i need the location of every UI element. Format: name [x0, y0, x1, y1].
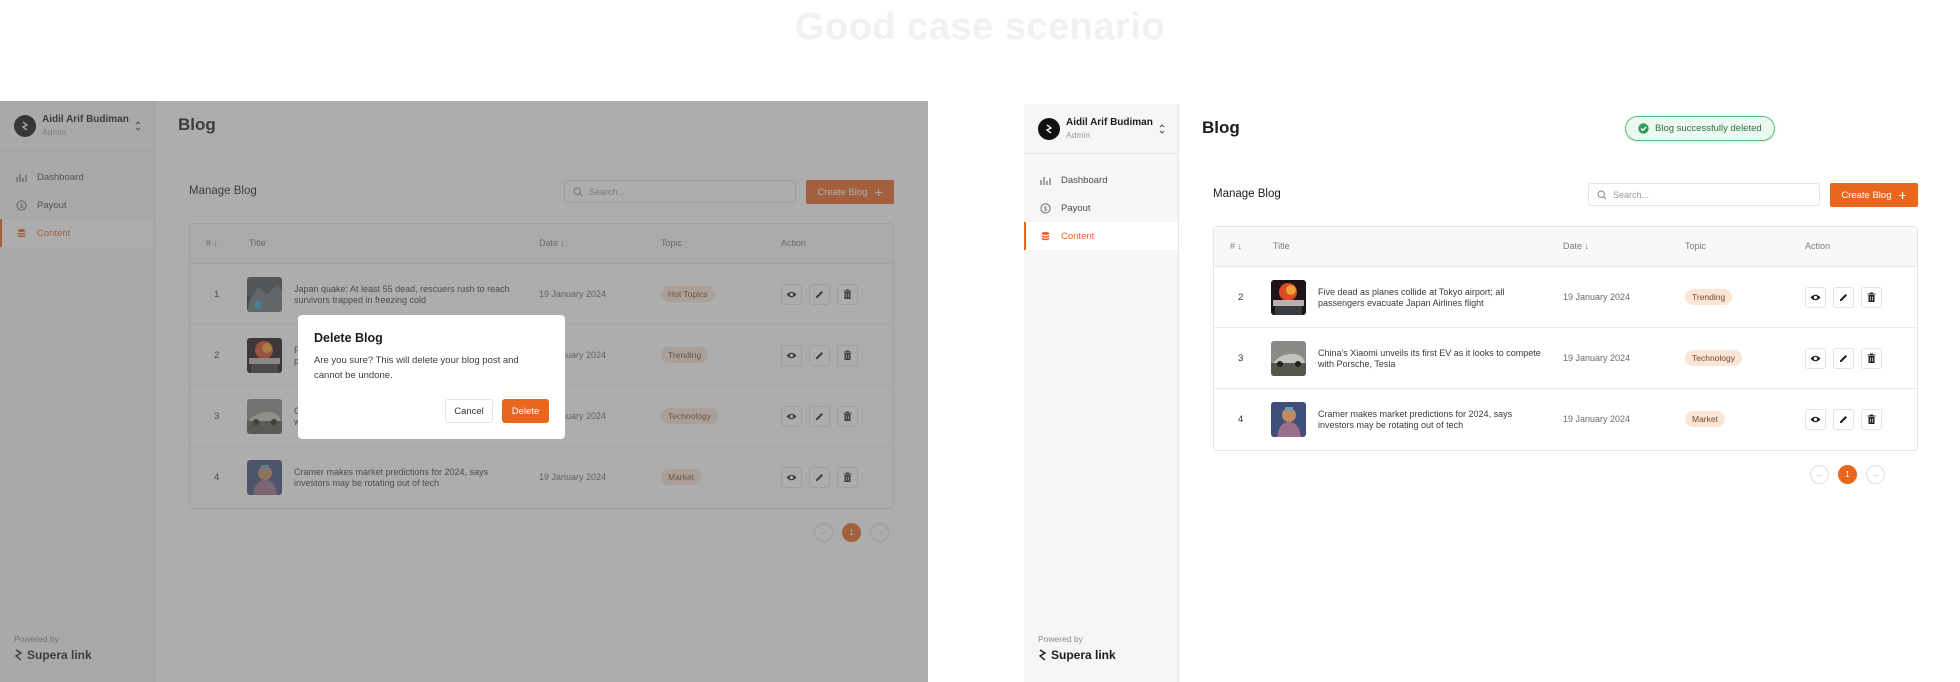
col-title: Title [1273, 241, 1290, 251]
search-icon [1597, 189, 1607, 200]
sidebar-item-label: Dashboard [1061, 174, 1108, 186]
edit-button[interactable] [1833, 348, 1854, 369]
sidebar-item-dashboard[interactable]: Dashboard [1024, 166, 1178, 194]
pagination: ← 1 → [1810, 465, 1894, 484]
arrow-right-icon[interactable]: → [1866, 465, 1885, 484]
topic-badge: Technology [1685, 350, 1743, 366]
avatar [1038, 117, 1060, 140]
plus-icon: + [1898, 187, 1907, 203]
dollar-circle-icon: $ [1040, 202, 1051, 214]
delete-success-screen: Aidil Arif Budiman Admin Dashboard $ Pay… [1024, 104, 1960, 682]
col-action: Action [1805, 241, 1831, 251]
powered-by-label: Powered by [1038, 634, 1083, 644]
search-box[interactable] [1588, 183, 1820, 206]
view-button[interactable] [1805, 287, 1826, 308]
user-role: Admin [1066, 129, 1091, 140]
row-number: 3 [1238, 353, 1244, 364]
post-title: Cramer makes market predictions for 2024… [1318, 409, 1513, 430]
post-date: 19 January 2024 [1563, 292, 1631, 302]
sort-down-icon: ↓ [1237, 241, 1243, 251]
table-body: 2 Five dead as planes collide at Tokyo ai… [1214, 267, 1917, 450]
page-heading: Good case scenario [794, 6, 1166, 48]
create-blog-label: Create Blog [1841, 189, 1892, 201]
table-row: 4 Cramer makes market predictions for 202… [1214, 389, 1917, 450]
arrow-left-icon[interactable]: ← [1810, 465, 1829, 484]
post-thumbnail [1271, 280, 1306, 315]
eye-icon [1810, 294, 1821, 301]
table-row: 2 Five dead as planes collide at Tokyo ai… [1214, 267, 1917, 328]
col-topic: Topic [1685, 241, 1707, 251]
post-date: 19 January 2024 [1563, 414, 1631, 424]
col-number[interactable]: # ↓ [1230, 241, 1242, 251]
delete-row-button[interactable] [1861, 409, 1882, 430]
post-title: China's Xiaomi unveils its first EV as i… [1318, 348, 1541, 369]
post-date: 19 January 2024 [1563, 353, 1631, 363]
page-title: Blog [1202, 118, 1240, 137]
brand-mark-icon [1038, 649, 1047, 661]
pencil-icon [1840, 294, 1847, 301]
table-header: # ↓ Title Date ↓ Topic Action [1214, 227, 1917, 267]
post-thumbnail [1271, 341, 1306, 376]
delete-confirm-screen: Aidil Arif Budiman Admin Dashboard $ Pay… [0, 101, 928, 682]
search-input[interactable] [1613, 189, 1803, 200]
cancel-button[interactable]: Cancel [445, 399, 493, 423]
bar-chart-icon [1040, 175, 1051, 186]
sidebar-nav: Dashboard $ Payout Content [1024, 154, 1178, 250]
row-number: 2 [1238, 292, 1244, 303]
check-circle-icon [1638, 123, 1649, 134]
sort-down-icon: ↓ [1584, 241, 1590, 251]
profile-switcher[interactable]: Aidil Arif Budiman Admin [1024, 104, 1178, 154]
powered-by: Powered by Supera link [1038, 634, 1116, 662]
topic-badge: Market [1685, 411, 1725, 427]
delete-row-button[interactable] [1861, 348, 1882, 369]
view-button[interactable] [1805, 348, 1826, 369]
pencil-icon [1840, 416, 1847, 423]
sidebar: Aidil Arif Budiman Admin Dashboard $ Pay… [1024, 104, 1179, 682]
delete-dialog: Delete Blog Are you sure? This will dele… [298, 315, 565, 439]
eye-icon [1810, 355, 1821, 362]
main-content: Blog Blog successfully deleted Manage Bl… [1180, 104, 1960, 682]
sidebar-item-label: Payout [1061, 202, 1091, 214]
brand-logo-icon [1045, 123, 1053, 134]
row-number: 4 [1238, 414, 1244, 425]
eye-icon [1810, 416, 1821, 423]
sidebar-item-label: Content [1061, 230, 1095, 242]
col-date[interactable]: Date ↓ [1563, 241, 1589, 251]
sidebar-item-content[interactable]: Content [1024, 222, 1178, 250]
svg-text:$: $ [1044, 206, 1048, 213]
brand-logo: Supera link [1038, 648, 1116, 662]
success-toast: Blog successfully deleted [1625, 116, 1775, 141]
post-thumbnail [1271, 402, 1306, 437]
edit-button[interactable] [1833, 409, 1854, 430]
trash-icon [1867, 414, 1876, 424]
edit-button[interactable] [1833, 287, 1854, 308]
post-title: Five dead as planes collide at Tokyo air… [1318, 287, 1505, 308]
toast-message: Blog successfully deleted [1655, 123, 1762, 134]
sidebar-item-payout[interactable]: $ Payout [1024, 194, 1178, 222]
delete-button[interactable]: Delete [502, 399, 549, 423]
delete-row-button[interactable] [1861, 287, 1882, 308]
view-button[interactable] [1805, 409, 1826, 430]
section-title: Manage Blog [1213, 188, 1281, 200]
chevron-up-down-icon [1159, 124, 1165, 134]
trash-icon [1867, 353, 1876, 363]
user-name: Aidil Arif Budiman [1066, 116, 1153, 128]
database-icon [1040, 231, 1051, 242]
topic-badge: Trending [1685, 289, 1733, 305]
pencil-icon [1840, 355, 1847, 362]
dialog-message: Are you sure? This will delete your blog… [314, 355, 519, 381]
dialog-title: Delete Blog [314, 331, 383, 345]
brand-name: Supera link [1051, 648, 1116, 662]
table-row: 3 China's Xiaomi unveils its first EV as … [1214, 328, 1917, 389]
trash-icon [1867, 292, 1876, 302]
create-blog-button[interactable]: Create Blog + [1830, 183, 1918, 207]
page-1-button[interactable]: 1 [1838, 465, 1857, 484]
blog-table: # ↓ Title Date ↓ Topic Action 2 Five dead… [1213, 226, 1918, 451]
